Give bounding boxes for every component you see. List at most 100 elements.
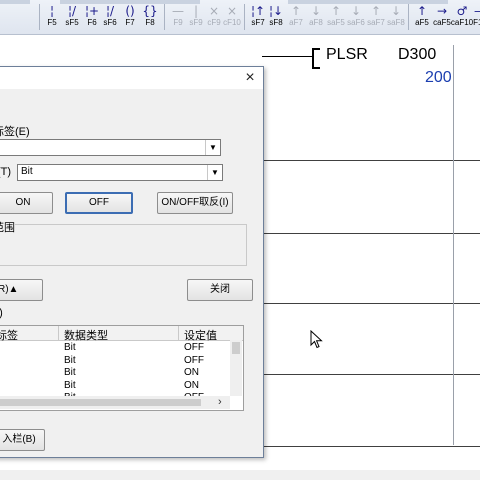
range-group-title: 范围 — [0, 219, 15, 235]
table-row[interactable]: Bit OFF — [0, 355, 230, 367]
mouse-pointer-icon — [310, 330, 323, 349]
grid-header: 标签 数据类型 设定值 — [0, 326, 243, 343]
device-test-dialog: × 标签(E) ▼ (T) Bit ▼ ON OFF ON/OFF取反(I) 范… — [0, 66, 264, 458]
scroll-right-icon[interactable]: › — [218, 396, 222, 408]
rung-line — [262, 303, 480, 304]
toolbar-button-sf8[interactable]: ¦↓ sF8 — [266, 4, 286, 30]
cell-data-type: Bit — [64, 354, 76, 366]
cell-set-value: OFF — [184, 342, 204, 353]
toolbar-button-f7[interactable]: () F7 — [120, 4, 140, 30]
parallel-nc-icon: ¦/ — [105, 4, 115, 18]
shortcut-key-label: F10 — [473, 18, 480, 27]
rung-line — [262, 160, 480, 161]
cell-data-type: Bit — [64, 379, 76, 391]
column-header-data-type[interactable]: 数据类型 — [64, 327, 108, 343]
rung-wire — [262, 56, 312, 57]
ladder-toolbar: ¦ F5 ¦/sF5 ¦+ F6 ¦/sF6() F7{} F8— F9 | sF9 × cF9 × cF1… — [0, 0, 480, 35]
instruction-bracket — [312, 48, 320, 69]
toolbar-button-f10[interactable]: —F10 — [470, 4, 480, 30]
parallel-falling-icon: ↓ — [310, 4, 322, 18]
data-type-value: Bit — [21, 166, 33, 177]
monitor-list-label: L) — [0, 307, 3, 319]
column-header-label[interactable]: 标签 — [0, 327, 18, 343]
toolbar-button-f8[interactable]: {} F8 — [140, 4, 160, 30]
toolbar-button-f5[interactable]: ¦ F5 — [42, 4, 62, 30]
toolbar-button-saf5[interactable]: ↑ saF5 — [326, 4, 346, 30]
toolbar-button-af8[interactable]: ↓ aF8 — [306, 4, 326, 30]
on-off-toggle-button[interactable]: ON/OFF取反(I) — [157, 192, 233, 214]
comment-icon: ♂ — [456, 4, 468, 18]
table-row[interactable]: Bit ON — [0, 380, 230, 392]
instruction-icon: {} — [142, 4, 158, 18]
contact-no-icon: ¦ — [49, 4, 55, 18]
toolbar-separator — [244, 4, 245, 30]
toolbar-separator — [164, 4, 165, 30]
instruction-operand[interactable]: D300 — [398, 46, 436, 64]
horizontal-line-icon: — — [172, 4, 184, 18]
instruction-name[interactable]: PLSR — [326, 46, 368, 64]
toolbar-button-saf8[interactable]: ↓ saF8 — [386, 4, 406, 30]
operand-current-value: 200 — [425, 69, 452, 86]
cell-data-type: Bit — [64, 367, 76, 378]
close-button[interactable]: 关闭 — [187, 279, 253, 301]
contact-nc-icon: ¦/ — [67, 4, 77, 18]
parallel-rising-icon: ↑ — [290, 4, 302, 18]
toolbar-button-af5[interactable]: ↑ aF5 — [412, 4, 432, 30]
window-bottom-strip — [0, 470, 480, 480]
table-row[interactable]: Bit ON — [0, 367, 230, 379]
invert-icon: ↑ — [416, 4, 428, 18]
toolbar-button-caf5[interactable]: → caF5 — [432, 4, 452, 30]
toolbar-separator — [408, 4, 409, 30]
toolbar-button-saf7[interactable]: ↑ saF7 — [366, 4, 386, 30]
device-label: 标签(E) — [0, 126, 30, 138]
range-group — [0, 224, 247, 266]
column-divider[interactable] — [58, 326, 59, 340]
convert-icon: → — [436, 4, 448, 18]
detail-toggle-button[interactable]: R)▲ — [0, 279, 43, 301]
shortcut-key-label: cF10 — [223, 18, 241, 27]
column-divider[interactable] — [178, 326, 179, 340]
vertical-scrollbar[interactable] — [230, 340, 242, 396]
cell-set-value: OFF — [184, 354, 204, 366]
line-draw-icon: — — [470, 4, 480, 18]
cell-set-value: ON — [184, 379, 199, 391]
delete-vertical-icon: × — [226, 4, 238, 18]
shortcut-key-label: saF8 — [387, 18, 405, 27]
dialog-titlebar[interactable] — [0, 67, 263, 89]
dropdown-arrow-icon[interactable]: ▼ — [205, 140, 220, 155]
falling-edge-icon: ¦↓ — [268, 4, 284, 18]
op-rising-parallel-icon: ↑ — [370, 4, 382, 18]
scroll-thumb[interactable] — [232, 342, 240, 354]
right-power-rail — [453, 45, 454, 445]
rung-line — [262, 374, 480, 375]
register-button[interactable]: 入栏(B) — [0, 429, 45, 451]
toolbar-button-sf5[interactable]: ¦/sF5 — [62, 4, 82, 30]
toolbar-button-af7[interactable]: ↑ aF7 — [286, 4, 306, 30]
vertical-line-icon: | — [193, 4, 199, 18]
op-falling-parallel-icon: ↓ — [390, 4, 402, 18]
close-icon[interactable]: × — [239, 67, 261, 89]
dropdown-arrow-icon[interactable]: ▼ — [207, 165, 222, 180]
toolbar-button-sf6[interactable]: ¦/sF6 — [100, 4, 120, 30]
data-type-label: (T) — [0, 166, 12, 178]
table-row[interactable]: Bit OFF — [0, 342, 230, 354]
rising-edge-icon: ¦↑ — [250, 4, 266, 18]
cell-data-type: Bit — [64, 342, 76, 353]
scroll-thumb[interactable] — [0, 399, 201, 406]
cell-set-value: ON — [184, 367, 199, 378]
device-monitor-grid[interactable]: 标签 数据类型 设定值 BitOFFBitOFFBitONBitONBitOFF… — [0, 325, 244, 411]
toolbar-top-strip — [0, 0, 30, 4]
coil-icon: () — [125, 4, 135, 18]
rung-line — [262, 233, 480, 234]
device-combobox[interactable]: ▼ — [0, 139, 221, 156]
column-header-set-value[interactable]: 设定值 — [184, 327, 217, 343]
toolbar-button-saf6[interactable]: ↓ saF6 — [346, 4, 366, 30]
horizontal-scrollbar[interactable]: › — [0, 396, 230, 409]
toolbar-button-cf10[interactable]: × cF10 — [222, 4, 242, 30]
rung-line — [262, 446, 480, 447]
off-button[interactable]: OFF — [65, 192, 133, 214]
data-type-select[interactable]: Bit ▼ — [17, 164, 223, 181]
parallel-no-icon: ¦+ — [84, 4, 100, 18]
on-button[interactable]: ON — [0, 192, 53, 214]
op-rising-icon: ↑ — [330, 4, 342, 18]
